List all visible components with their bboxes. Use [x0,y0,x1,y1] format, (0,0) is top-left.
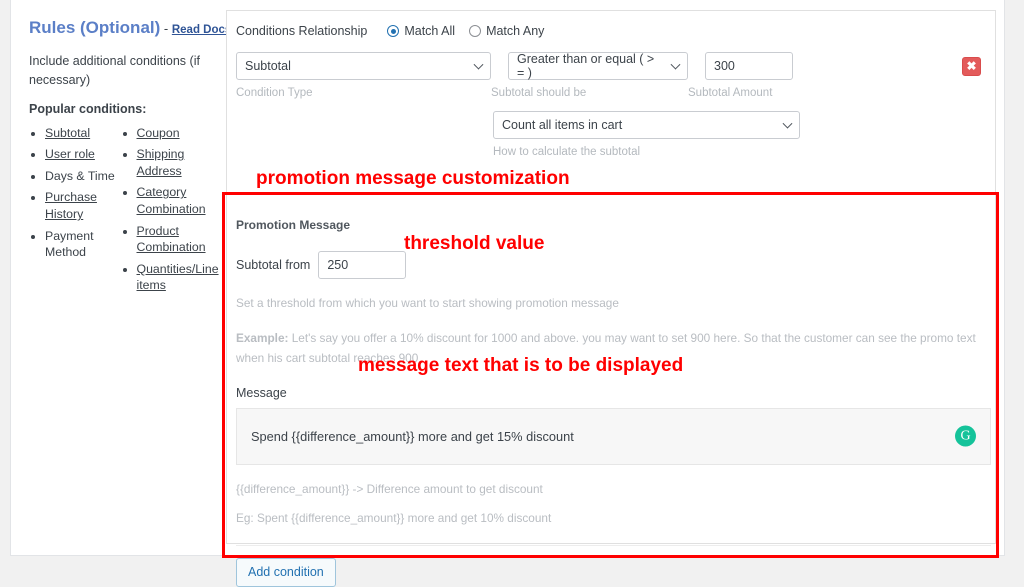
sidebar-subtitle: Include additional conditions (if necess… [29,54,200,87]
list-item[interactable]: Product Combination [137,223,213,256]
operator-value: Greater than or equal ( > = ) [517,52,655,80]
condition-link-purchase-history[interactable]: Purchase History [45,190,97,221]
condition-link-user-role[interactable]: User role [45,147,95,161]
calculation-field: Count all items in cart How to calculate… [493,110,995,160]
subtotal-amount-value: 300 [714,59,735,73]
conditions-relationship-label: Conditions Relationship [236,24,368,38]
condition-type-field: Subtotal Condition Type [236,52,491,101]
promotion-message-title: Promotion Message [236,218,351,232]
message-label: Message [236,385,287,400]
list-item[interactable]: Category Combination [137,184,213,217]
condition-link-coupon[interactable]: Coupon [137,126,180,140]
settings-card: Rules (Optional) - Read Docs Include add… [10,0,1005,587]
radio-match-all[interactable] [387,25,400,37]
divider [236,545,991,547]
rules-sidebar: Rules (Optional) - Read Docs Include add… [11,0,231,299]
condition-link-category-combination[interactable]: Category Combination [137,185,206,216]
subtotal-amount-hint: Subtotal Amount [688,87,773,99]
calculation-row: Count all items in cart How to calculate… [227,101,995,160]
radio-match-any-label[interactable]: Match Any [486,24,544,38]
chevron-down-icon [670,59,681,70]
heading-dash: - [160,21,172,36]
subtotal-from-input[interactable]: 250 [318,251,407,279]
calculation-method-select[interactable]: Count all items in cart [493,110,800,139]
variable-hint-example: Eg: Spent {{difference_amount}} more and… [236,511,552,526]
popular-conditions-heading: Popular conditions: [29,101,147,116]
grammarly-icon[interactable]: G [955,425,976,447]
rules-title: Rules (Optional) [29,18,161,37]
variable-hint-definition: {{difference_amount}} -> Difference amou… [236,481,543,496]
list-item[interactable]: Subtotal [45,125,121,142]
list-item[interactable]: Coupon [137,125,213,142]
conditions-panel: Conditions Relationship Match All Match … [226,10,996,587]
add-condition-button[interactable]: Add condition [236,558,336,587]
calculation-method-value: Count all items in cart [502,117,623,132]
condition-link-quantities-line-items[interactable]: Quantities/Line items [137,262,219,293]
condition-type-hint: Condition Type [236,87,313,99]
operator-select[interactable]: Greater than or equal ( > = ) [508,52,688,80]
read-docs-link[interactable]: Read Docs [172,24,231,36]
condition-label-payment-method: Payment Method [45,228,94,260]
list-item: Days & Time [45,168,121,185]
message-input[interactable]: Spend {{difference_amount}} more and get… [236,407,991,465]
promotion-message-section: Promotion Message Subtotal from 250 Set … [227,196,995,587]
condition-row: Subtotal Condition Type Greater than or … [227,38,995,101]
delete-condition-button[interactable]: ✖ [962,57,981,76]
close-icon: ✖ [966,59,977,73]
list-item[interactable]: Purchase History [45,189,121,222]
message-value: Spend {{difference_amount}} more and get… [251,428,574,444]
condition-link-subtotal[interactable]: Subtotal [45,126,90,140]
chevron-down-icon [473,59,484,70]
popular-conditions-columns: Subtotal User role Days & Time Purchase … [29,125,219,299]
condition-type-value: Subtotal [245,59,291,73]
operator-hint: Subtotal should be [491,87,587,99]
popular-conditions-right-column: Coupon Shipping Address Category Combina… [121,125,219,299]
annotation-threshold-value: threshold value [404,233,545,254]
rules-heading: Rules (Optional) - Read Docs [29,18,231,38]
popular-conditions-left-column: Subtotal User role Days & Time Purchase … [29,125,121,299]
condition-link-product-combination[interactable]: Product Combination [137,224,206,255]
annotation-promotion-customization: promotion message customization [256,168,570,189]
operator-field: Greater than or equal ( > = ) Subtotal s… [491,52,688,101]
example-prefix: Example: [236,330,289,345]
condition-type-select[interactable]: Subtotal [236,52,491,80]
calculation-method-hint: How to calculate the subtotal [493,145,641,158]
subtotal-from-label: Subtotal from [236,258,311,272]
list-item: Payment Method [45,228,121,261]
list-item[interactable]: Shipping Address [137,146,213,179]
annotation-message-text: message text that is to be displayed [358,355,684,376]
condition-list-left: Subtotal User role Days & Time Purchase … [29,125,121,261]
amount-field: 300 Subtotal Amount [688,52,793,101]
radio-match-any[interactable] [469,25,482,37]
radio-match-all-label[interactable]: Match All [404,24,455,38]
list-item[interactable]: User role [45,146,121,163]
match-mode-radio-group: Match All Match Any [387,24,553,38]
threshold-description: Set a threshold from which you want to s… [236,296,619,310]
conditions-relationship-row: Conditions Relationship Match All Match … [227,11,995,38]
subtotal-from-value: 250 [327,258,349,272]
subtotal-from-row: Subtotal from 250 [236,251,977,279]
condition-list-right: Coupon Shipping Address Category Combina… [121,125,219,294]
condition-link-shipping-address[interactable]: Shipping Address [137,147,185,178]
chevron-down-icon [782,118,793,129]
subtotal-amount-input[interactable]: 300 [705,52,793,80]
list-item[interactable]: Quantities/Line items [137,261,219,294]
condition-label-days-time: Days & Time [45,168,115,183]
